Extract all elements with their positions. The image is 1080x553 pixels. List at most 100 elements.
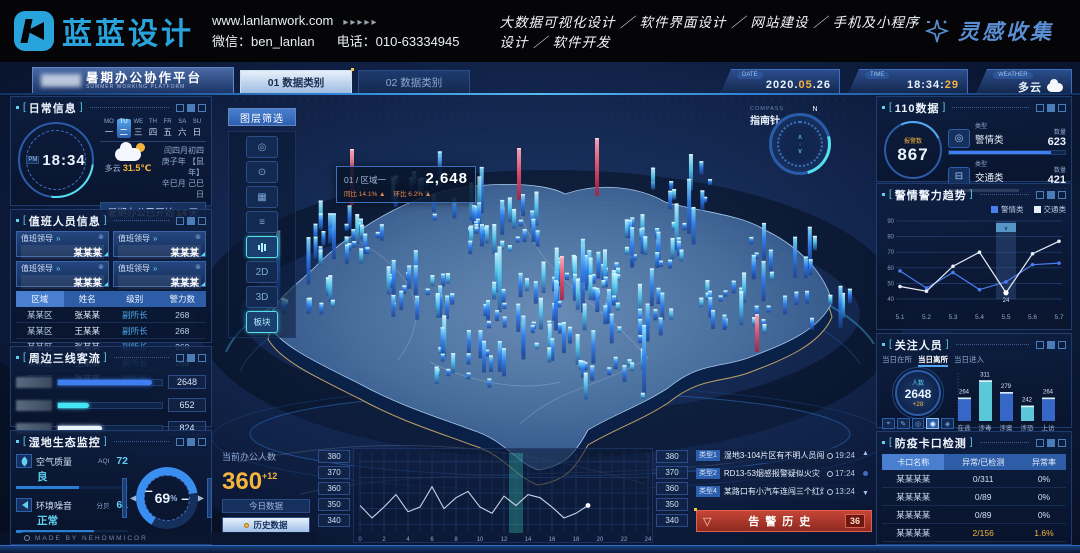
cell-name: 张某某	[64, 307, 112, 323]
expand-icon[interactable]	[1058, 191, 1066, 199]
focus-tab-2[interactable]: 当日离所	[918, 354, 948, 367]
panel-icon[interactable]	[1047, 341, 1055, 349]
location-layer-button[interactable]: ◎	[246, 136, 278, 158]
gauge-slider-left[interactable]	[122, 478, 127, 518]
alert-row-3[interactable]: 类型4某路口有小汽车连闯三个红灯13:24	[696, 484, 855, 499]
duty-name: 某某某	[21, 245, 104, 259]
camera-icon[interactable]: ◎	[912, 418, 925, 429]
scroll-dot[interactable]	[863, 471, 868, 476]
minimize-icon[interactable]	[176, 104, 184, 112]
bar-chart-layer-button[interactable]	[246, 236, 278, 258]
minimize-icon[interactable]	[176, 438, 184, 446]
office-delta: +12	[262, 471, 277, 481]
expand-icon[interactable]	[1058, 341, 1066, 349]
duty-card-3[interactable]: 值班领导»⊗某某某	[16, 261, 109, 287]
close-icon[interactable]: ⊗	[195, 233, 201, 241]
cell-rate: 0%	[1022, 506, 1066, 524]
alert-scroll: ▲ ▼	[859, 448, 872, 499]
svg-text:50: 50	[887, 281, 894, 287]
y-tick: 370	[318, 466, 350, 479]
panel-icon[interactable]	[1047, 191, 1055, 199]
expand-icon[interactable]	[1058, 104, 1066, 112]
svg-text:5.6: 5.6	[1028, 314, 1037, 321]
expand-icon[interactable]	[1058, 439, 1066, 447]
alarm-type-value: 623	[1048, 136, 1066, 148]
target-icon[interactable]: ⌖	[882, 418, 895, 429]
weather-label: WEATHER	[993, 72, 1033, 79]
cell-area: 某某区	[16, 323, 64, 339]
expand-icon[interactable]	[198, 104, 206, 112]
svg-text:16: 16	[549, 537, 556, 543]
scroll-up-arrow[interactable]: ▲	[862, 450, 869, 457]
focus-tab-1[interactable]: 当日在所	[882, 354, 912, 367]
person-icon[interactable]: ◉	[926, 418, 939, 429]
pen-icon[interactable]: ✎	[897, 418, 910, 429]
gauge-next-arrow[interactable]: ▶	[198, 494, 204, 503]
lunar-line: 闰四月初四	[156, 145, 204, 156]
panel-110-data: [110数据] 报警数 867 ◎类型警情类数量623⊟类型交通类数量421	[876, 96, 1072, 182]
minimize-icon[interactable]	[1036, 341, 1044, 349]
alerts-block: 类型1湿地3-104片区有不明人员闯入19:24 类型2RD13-53烟感报警疑似…	[696, 448, 872, 546]
expand-icon[interactable]	[198, 217, 206, 225]
history-data-button[interactable]: 历史数据	[222, 517, 310, 533]
3d-layer-button[interactable]: 3D	[246, 286, 278, 308]
panel-title: 110数据	[895, 100, 940, 116]
panel-icon[interactable]	[1047, 104, 1055, 112]
minimize-icon[interactable]	[176, 217, 184, 225]
expand-icon[interactable]	[198, 354, 206, 362]
alarm-icon: ◎	[948, 129, 970, 148]
header-tab-1[interactable]: 01 数据类别	[240, 70, 352, 94]
block-layer-button[interactable]: 板块	[246, 311, 278, 333]
panel-icon[interactable]	[187, 438, 195, 446]
compass-dial[interactable]: ∧·∨	[769, 113, 831, 175]
minimize-icon[interactable]	[176, 354, 184, 362]
list-layer-button[interactable]: ≡	[246, 211, 278, 233]
radar-layer-button[interactable]: ⊙	[246, 161, 278, 183]
panel-icon[interactable]	[1047, 439, 1055, 447]
today-data-button[interactable]: 今日数据	[222, 499, 310, 513]
duty-card-1[interactable]: 值班领导»⊗某某某	[16, 231, 109, 257]
duty-card-2[interactable]: 值班领导»⊗某某某	[113, 231, 206, 257]
panel-icon[interactable]	[187, 354, 195, 362]
minimize-icon[interactable]	[1036, 104, 1044, 112]
alert-row-2[interactable]: 类型2RD13-53烟感报警疑似火灾17:24	[696, 466, 855, 481]
focus-bar-chart[interactable]: 264在逃311涉毒279涉案242涉恐264上访	[954, 369, 1066, 433]
focus-tab-3[interactable]: 当日进入	[954, 354, 984, 367]
tooltip-value: 2,648	[425, 170, 468, 187]
lanlan-logo[interactable]: 蓝蓝设计	[14, 9, 194, 53]
cell-area: 某某区	[16, 307, 64, 323]
header-tabs: 01 数据类别02 数据类别	[240, 70, 470, 94]
table-row: 某某某某0/890%	[882, 488, 1066, 506]
close-icon[interactable]: ⊗	[195, 263, 201, 271]
2d-layer-button[interactable]: 2D	[246, 261, 278, 283]
vehicle-icon[interactable]: ◈	[941, 418, 954, 429]
scroll-down-arrow[interactable]: ▼	[862, 490, 869, 497]
trend-line-chart[interactable]: 908070605040∨245.15.25.35.45.55.65.7	[882, 215, 1066, 325]
inspiration-collect[interactable]: 灵感收集	[924, 16, 1054, 46]
expand-icon[interactable]	[198, 438, 206, 446]
svg-text:10: 10	[477, 537, 484, 543]
services-list: 大数据可视化设计 ／ 软件界面设计 ／ 网站建设 ／ 手机及小程序设计 ／ 软件…	[499, 11, 924, 51]
minimize-icon[interactable]	[1036, 439, 1044, 447]
close-icon[interactable]: ⊗	[98, 263, 104, 271]
alert-row-1[interactable]: 类型1湿地3-104片区有不明人员闯入19:24	[696, 448, 855, 463]
cell-name: 某某某某	[882, 506, 944, 524]
header-tab-2[interactable]: 02 数据类别	[358, 70, 470, 94]
y-tick: 340	[656, 514, 688, 527]
duty-role-label: 值班领导	[21, 234, 53, 243]
cell-ratio: 0/89	[944, 506, 1022, 524]
close-icon[interactable]: ⊗	[98, 233, 104, 241]
aqi-value: 72	[116, 455, 128, 467]
flow-value: 2648	[168, 375, 206, 389]
gauge-slider-right[interactable]	[207, 478, 212, 518]
grid-layer-button[interactable]: ▦	[246, 186, 278, 208]
cell-count: 268	[159, 307, 207, 323]
panel-icon[interactable]	[187, 104, 195, 112]
office-line-chart[interactable]: 024681012141618202224	[353, 448, 653, 543]
duty-card-4[interactable]: 值班领导»⊗某某某	[113, 261, 206, 287]
alert-history-button[interactable]: ▽ 告警历史 36	[696, 510, 872, 532]
panel-icon[interactable]	[187, 217, 195, 225]
website-link[interactable]: www.lanlanwork.com	[212, 13, 333, 28]
cell-rate: 1.6%	[1022, 524, 1066, 542]
minimize-icon[interactable]	[1036, 191, 1044, 199]
